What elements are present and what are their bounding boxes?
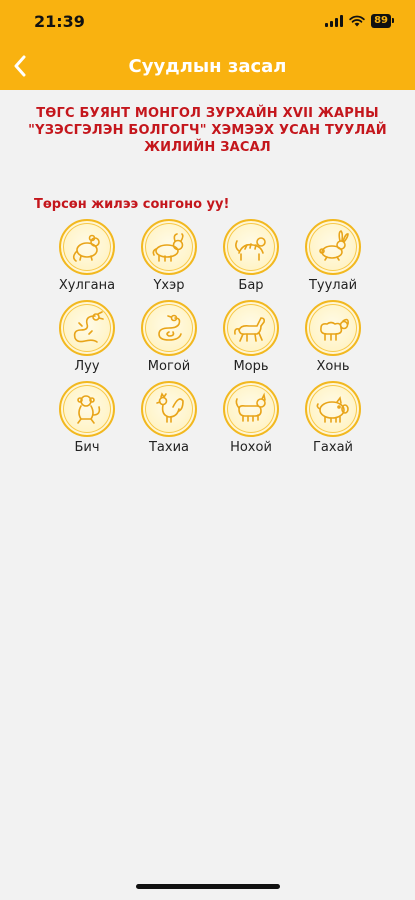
dog-icon	[223, 381, 279, 437]
zodiac-label: Морь	[233, 359, 269, 374]
app-header: 21:39 89 Суудлын засал	[0, 0, 415, 90]
zodiac-item-pig[interactable]: Гахай	[292, 381, 374, 456]
zodiac-item-mouse[interactable]: Хулгана	[46, 219, 128, 294]
navigation-bar: Суудлын засал	[0, 44, 415, 90]
section-heading: ТӨГС БУЯНТ МОНГОЛ ЗУРХАЙН XVII ЖАРНЫ "ҮЗ…	[28, 106, 387, 155]
zodiac-label: Бар	[238, 278, 264, 293]
monkey-icon	[59, 381, 115, 437]
zodiac-label: Хулгана	[58, 278, 116, 293]
snake-icon	[141, 300, 197, 356]
rooster-icon	[141, 381, 197, 437]
signal-icon	[325, 15, 344, 27]
tiger-icon	[223, 219, 279, 275]
zodiac-item-monkey[interactable]: Бич	[46, 381, 128, 456]
dragon-icon	[59, 300, 115, 356]
status-icons: 89	[325, 14, 394, 28]
page-title: Суудлын засал	[128, 56, 287, 77]
zodiac-label: Нохой	[230, 440, 272, 455]
mouse-icon	[59, 219, 115, 275]
zodiac-item-rooster[interactable]: Тахиа	[128, 381, 210, 456]
zodiac-item-horse[interactable]: Морь	[210, 300, 292, 375]
zodiac-item-dragon[interactable]: Луу	[46, 300, 128, 375]
horse-icon	[223, 300, 279, 356]
zodiac-item-tiger[interactable]: Бар	[210, 219, 292, 294]
zodiac-label: Гахай	[312, 440, 353, 455]
zodiac-label: Хонь	[316, 359, 350, 374]
zodiac-label: Тахиа	[148, 440, 189, 455]
zodiac-item-ox[interactable]: Үхэр	[128, 219, 210, 294]
zodiac-grid: Хулгана Үхэр Бар Туулай Луу Могой Морь Х…	[46, 219, 376, 456]
pig-icon	[305, 381, 361, 437]
zodiac-item-snake[interactable]: Могой	[128, 300, 210, 375]
zodiac-label: Луу	[74, 359, 100, 374]
battery-icon: 89	[371, 14, 394, 28]
zodiac-label: Туулай	[308, 278, 358, 293]
rabbit-icon	[305, 219, 361, 275]
zodiac-item-rabbit[interactable]: Туулай	[292, 219, 374, 294]
zodiac-item-sheep[interactable]: Хонь	[292, 300, 374, 375]
select-year-prompt: Төрсөн жилээ сонгоно уу!	[34, 197, 230, 212]
wifi-icon	[349, 15, 365, 27]
status-bar: 21:39 89	[0, 0, 415, 44]
sheep-icon	[305, 300, 361, 356]
status-time: 21:39	[34, 12, 85, 31]
zodiac-label: Үхэр	[153, 278, 185, 293]
zodiac-item-dog[interactable]: Нохой	[210, 381, 292, 456]
zodiac-label: Могой	[147, 359, 191, 374]
zodiac-label: Бич	[74, 440, 100, 455]
home-indicator[interactable]	[136, 884, 280, 889]
ox-icon	[141, 219, 197, 275]
